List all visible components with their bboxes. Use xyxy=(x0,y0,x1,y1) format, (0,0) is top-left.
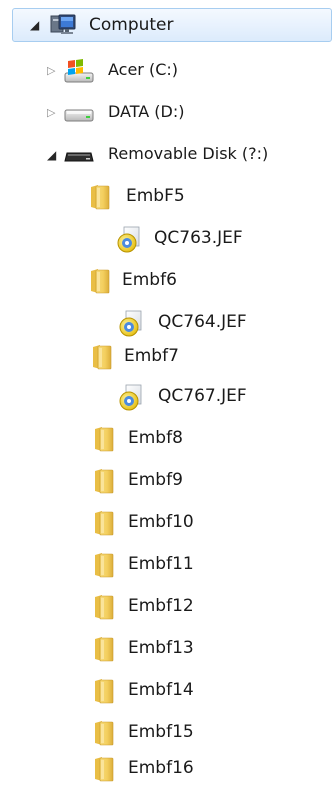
tree-item-computer[interactable]: ◢ Computer xyxy=(12,8,332,42)
tree-item-folder[interactable]: Embf12 xyxy=(0,590,336,624)
folder-icon xyxy=(95,511,114,536)
hard-drive-icon xyxy=(64,109,94,122)
tree-item-label: Embf9 xyxy=(128,470,183,490)
jef-file-icon xyxy=(117,226,140,253)
tree-item-folder[interactable]: Embf9 xyxy=(0,464,336,498)
folder-icon xyxy=(95,469,114,494)
folder-icon xyxy=(91,269,110,294)
tree-item-folder[interactable]: Embf14 xyxy=(0,674,336,708)
tree-item-file[interactable]: QC767.JEF xyxy=(0,380,336,414)
folder-icon xyxy=(95,595,114,620)
folder-icon xyxy=(95,637,114,662)
tree-item-folder[interactable]: Embf11 xyxy=(0,548,336,582)
tree-item-label: Embf11 xyxy=(128,554,194,574)
expanded-arrow-icon[interactable]: ◢ xyxy=(47,149,56,161)
tree-item-folder[interactable]: EmbF5 xyxy=(0,180,336,214)
tree-item-folder[interactable]: Embf16 xyxy=(0,752,336,786)
tree-item-label: Computer xyxy=(89,15,174,35)
folder-icon xyxy=(95,427,114,452)
tree-item-label: Removable Disk (?:) xyxy=(108,144,269,163)
tree-item-file[interactable]: QC763.JEF xyxy=(0,222,336,256)
folder-icon xyxy=(95,553,114,578)
tree-item-folder[interactable]: Embf6 xyxy=(0,264,336,298)
tree-item-label: Embf16 xyxy=(128,758,194,778)
tree-item-data-d[interactable]: ▷ DATA (D:) xyxy=(0,96,336,130)
folder-icon xyxy=(93,345,112,370)
tree-item-acer-c[interactable]: ▷ Acer (C:) xyxy=(0,54,336,88)
tree-item-label: Embf13 xyxy=(128,638,194,658)
tree-item-label: Embf12 xyxy=(128,596,194,616)
tree-item-label: Embf7 xyxy=(124,346,179,366)
jef-file-icon xyxy=(119,310,142,337)
tree-item-label: Embf6 xyxy=(122,270,177,290)
tree-item-label: Acer (C:) xyxy=(108,60,179,79)
tree-item-file[interactable]: QC764.JEF xyxy=(0,306,336,340)
windows-drive-icon xyxy=(64,59,94,83)
tree-item-label: EmbF5 xyxy=(126,186,185,206)
tree-item-removable-disk[interactable]: ◢ Removable Disk (?:) xyxy=(0,138,336,172)
tree-item-label: QC763.JEF xyxy=(154,228,243,248)
tree-item-label: Embf8 xyxy=(128,428,183,448)
tree-item-folder[interactable]: Embf15 xyxy=(0,716,336,750)
folder-icon xyxy=(91,185,110,210)
tree-item-label: Embf10 xyxy=(128,512,194,532)
expanded-arrow-icon[interactable]: ◢ xyxy=(30,19,39,31)
tree-item-folder[interactable]: Embf13 xyxy=(0,632,336,666)
tree-item-label: DATA (D:) xyxy=(108,102,185,121)
navigation-tree: ◢ Computer ▷ Acer (C:) ▷ DATA (D:) ◢ Rem… xyxy=(0,0,336,789)
tree-item-folder[interactable]: Embf10 xyxy=(0,506,336,540)
tree-item-folder[interactable]: Embf7 xyxy=(0,340,336,374)
computer-icon xyxy=(50,14,76,34)
folder-icon xyxy=(95,679,114,704)
tree-item-label: Embf15 xyxy=(128,722,194,742)
tree-item-folder[interactable]: Embf8 xyxy=(0,422,336,456)
tree-item-label: QC767.JEF xyxy=(158,386,247,406)
tree-item-label: Embf14 xyxy=(128,680,194,700)
collapsed-arrow-icon[interactable]: ▷ xyxy=(47,65,55,77)
folder-icon xyxy=(95,721,114,746)
collapsed-arrow-icon[interactable]: ▷ xyxy=(47,107,55,119)
folder-icon xyxy=(95,757,114,782)
tree-item-label: QC764.JEF xyxy=(158,312,247,332)
removable-drive-icon xyxy=(64,152,94,162)
jef-file-icon xyxy=(119,384,142,411)
